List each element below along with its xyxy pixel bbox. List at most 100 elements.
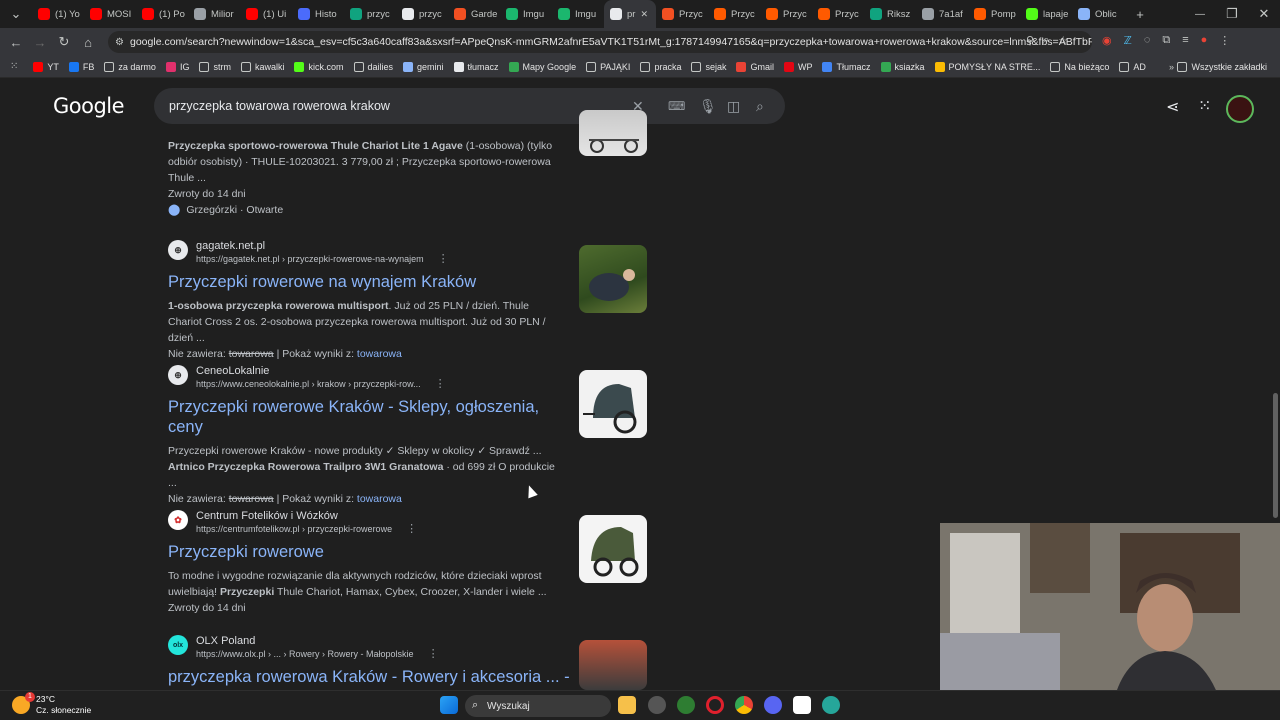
more-options-icon[interactable]: ⋮ xyxy=(406,523,417,535)
minimize-button[interactable]: — xyxy=(1184,9,1216,20)
google-apps-icon[interactable]: ⁙ xyxy=(1198,96,1211,116)
tab-4[interactable]: (1) Ui xyxy=(240,0,292,28)
tab-8[interactable]: Garde xyxy=(448,0,500,28)
app-icon[interactable] xyxy=(648,696,666,714)
apps-grid-icon[interactable]: ⁙ xyxy=(0,61,28,72)
more-options-icon[interactable]: ⋮ xyxy=(435,378,446,390)
bookmark-item[interactable]: AD xyxy=(1114,61,1151,72)
bookmark-item[interactable]: gemini xyxy=(398,61,449,72)
weather-widget[interactable]: 1 23°C Cz. słonecznie xyxy=(12,692,91,716)
bookmark-item[interactable]: dailies xyxy=(349,61,399,72)
tab-6[interactable]: przyc xyxy=(344,0,396,28)
location-icon[interactable]: ⚲ xyxy=(1026,34,1034,47)
taskbar-search[interactable]: ⌕ Wyszukaj xyxy=(465,695,611,717)
tab-7[interactable]: przyc xyxy=(396,0,448,28)
bookmark-item[interactable]: pracka xyxy=(635,61,686,72)
tab-19[interactable]: lapaje xyxy=(1020,0,1072,28)
tab-9[interactable]: Imgu xyxy=(500,0,552,28)
site-info-icon[interactable]: ⚙ xyxy=(115,37,124,48)
opera-icon[interactable] xyxy=(706,696,724,714)
browser-icon[interactable] xyxy=(677,696,695,714)
search-query[interactable]: przyczepka towarowa rowerowa krakow xyxy=(169,99,390,113)
tab-20[interactable]: Oblic xyxy=(1072,0,1124,28)
bookmark-item[interactable]: za darmo xyxy=(99,61,161,72)
search-icon[interactable]: ⌕ xyxy=(756,98,764,115)
zoom-icon[interactable]: ⌕ xyxy=(1043,34,1049,47)
location-info[interactable]: ⬤ Grzegórzki · Otwarte xyxy=(168,202,563,218)
tab-close-icon[interactable]: ✕ xyxy=(640,9,648,20)
tab-2[interactable]: (1) Po xyxy=(136,0,188,28)
search-box[interactable]: przyczepka towarowa rowerowa krakow ✕ ⌨ … xyxy=(154,88,785,124)
extension-icon[interactable]: ◌ xyxy=(1144,34,1151,47)
discord-icon[interactable] xyxy=(764,696,782,714)
tab-0[interactable]: (1) Yo xyxy=(32,0,84,28)
bookmark-item[interactable]: sejak xyxy=(686,61,731,72)
tab-11[interactable]: pr ✕ xyxy=(604,0,656,28)
result-title-link[interactable]: Przyczepki rowerowe Kraków - Sklepy, ogł… xyxy=(168,397,568,437)
result-source[interactable]: ✿ Centrum Fotelików i Wózków https://cen… xyxy=(168,510,648,536)
result-thumbnail[interactable] xyxy=(579,370,647,438)
bookmark-item[interactable]: tłumacz xyxy=(449,61,504,72)
lens-icon[interactable]: ◫ xyxy=(727,98,740,115)
result-thumbnail[interactable] xyxy=(579,640,647,690)
tab-search-icon[interactable]: ⌄ xyxy=(0,6,32,22)
close-button[interactable]: ✕ xyxy=(1248,6,1280,22)
more-options-icon[interactable]: ⋮ xyxy=(438,253,449,265)
scrollbar-thumb[interactable] xyxy=(1273,393,1278,518)
result-title-link[interactable]: Przyczepki rowerowe na wynajem Kraków xyxy=(168,272,568,292)
bookmark-item[interactable]: WP xyxy=(779,61,818,72)
notion-icon[interactable] xyxy=(793,696,811,714)
new-tab-button[interactable]: + xyxy=(1124,7,1156,22)
tab-15[interactable]: Przyc xyxy=(812,0,864,28)
microphone-icon[interactable]: 🎙︎ xyxy=(699,98,717,115)
chrome-icon[interactable] xyxy=(735,696,753,714)
bookmark-star-icon[interactable]: ☆ xyxy=(1058,34,1068,47)
tab-14[interactable]: Przyc xyxy=(760,0,812,28)
menu-dots-icon[interactable]: ⋮ xyxy=(1219,34,1230,47)
bookmark-item[interactable]: FB xyxy=(64,61,100,72)
bookmark-item[interactable]: ksiazka xyxy=(876,61,930,72)
missing-terms[interactable]: Nie zawiera: towarowa | Pokaż wyniki z: … xyxy=(168,491,563,507)
bookmark-item[interactable]: Tłumacz xyxy=(817,61,875,72)
result-thumbnail[interactable] xyxy=(579,245,647,313)
bookmark-item[interactable]: Gmail xyxy=(731,61,779,72)
back-icon[interactable]: ← xyxy=(4,35,28,50)
tab-1[interactable]: MOSI xyxy=(84,0,136,28)
windows-start-icon[interactable] xyxy=(440,696,458,714)
file-explorer-icon[interactable] xyxy=(618,696,636,714)
all-bookmarks-button[interactable]: Wszystkie zakładki xyxy=(1172,61,1272,72)
forward-icon[interactable]: → xyxy=(28,35,52,50)
profile-avatar-icon[interactable]: ● xyxy=(1201,34,1208,47)
home-icon[interactable]: ⌂ xyxy=(76,35,100,50)
account-avatar[interactable] xyxy=(1226,95,1254,123)
result-source[interactable]: ⊕ CeneoLokalnie https://www.ceneolokalni… xyxy=(168,365,648,391)
bookmark-item[interactable]: Na bieżąco xyxy=(1045,61,1114,72)
bookmark-item[interactable]: Mapy Google xyxy=(504,61,582,72)
bookmark-item[interactable]: strm xyxy=(194,61,236,72)
keyboard-icon[interactable]: ⌨ xyxy=(668,99,685,113)
tab-16[interactable]: Riksz xyxy=(864,0,916,28)
share-icon[interactable]: ⋖ xyxy=(1166,97,1179,117)
tab-17[interactable]: 7a1af xyxy=(916,0,968,28)
globe-app-icon[interactable] xyxy=(822,696,840,714)
reading-list-icon[interactable]: ≡ xyxy=(1182,34,1188,47)
result-source[interactable]: ⊕ gagatek.net.pl https://gagatek.net.pl … xyxy=(168,240,648,266)
result-title-link[interactable]: Przyczepki rowerowe xyxy=(168,542,568,562)
tab-13[interactable]: Przyc xyxy=(708,0,760,28)
result-source[interactable]: olx OLX Poland https://www.olx.pl › ... … xyxy=(168,635,648,661)
translate-extension-icon[interactable]: ℤ xyxy=(1124,34,1132,47)
bookmark-item[interactable]: IG xyxy=(161,61,195,72)
bookmark-item[interactable]: YT xyxy=(28,61,64,72)
extensions-puzzle-icon[interactable]: ⧉ xyxy=(1162,34,1170,47)
bookmark-item[interactable]: kick.com xyxy=(289,61,348,72)
reload-icon[interactable]: ↻ xyxy=(52,34,76,50)
more-options-icon[interactable]: ⋮ xyxy=(428,648,439,660)
bookmark-item[interactable]: POMYSŁY NA STRE... xyxy=(930,61,1046,72)
tab-5[interactable]: Histo xyxy=(292,0,344,28)
tab-3[interactable]: Milior xyxy=(188,0,240,28)
result-title-link[interactable]: przyczepka rowerowa Kraków - Rowery i ak… xyxy=(168,667,588,687)
bookmark-item[interactable]: kawalki xyxy=(236,61,290,72)
missing-terms[interactable]: Nie zawiera: towarowa | Pokaż wyniki z: … xyxy=(168,346,563,362)
result-thumbnail[interactable] xyxy=(579,515,647,583)
address-bar[interactable]: ⚙ google.com/search?newwindow=1&sca_esv=… xyxy=(108,31,1092,53)
